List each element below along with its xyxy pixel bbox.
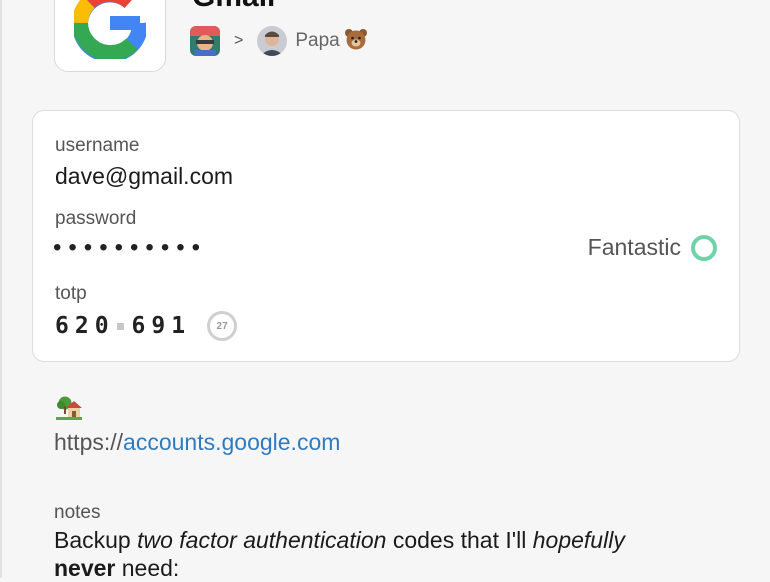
item-title: Gmail [192, 0, 275, 14]
totp-code-part1: 620 [55, 313, 115, 339]
notes-emphasis-2: hopefully [532, 527, 625, 553]
password-value[interactable]: •••••••••• [53, 235, 207, 261]
notes-emphasis-1: two factor authentication [137, 527, 387, 553]
owner-avatar[interactable] [257, 26, 288, 56]
website-url[interactable]: https://accounts.google.com [54, 429, 340, 456]
notes-label: notes [54, 502, 101, 523]
website-link[interactable]: accounts.google.com [123, 429, 340, 455]
notes-part3: need: [115, 555, 180, 581]
house-with-garden-icon [56, 396, 82, 425]
password-label: password [55, 208, 137, 229]
notes-text[interactable]: Backup two factor authentication codes t… [54, 526, 744, 582]
credentials-card: username dave@gmail.com password •••••••… [32, 110, 740, 362]
totp-label: totp [55, 283, 87, 304]
breadcrumb: > Papa [190, 26, 368, 56]
totp-code-part2: 691 [131, 313, 192, 339]
google-app-icon [54, 0, 166, 72]
username-label: username [55, 135, 140, 156]
strength-label: Fantastic [587, 234, 681, 260]
strength-indicator-icon [691, 234, 717, 261]
notes-part1: Backup [54, 527, 138, 553]
window-edge [0, 0, 2, 578]
url-prefix: https:// [54, 429, 124, 455]
totp-timer-icon: 27 [207, 311, 238, 341]
notes-part2: codes that I'll [386, 527, 533, 553]
notes-strong: never [54, 555, 116, 581]
owner-name[interactable]: Papa [295, 30, 339, 52]
breadcrumb-separator: > [234, 32, 244, 49]
bear-face-icon [344, 28, 368, 55]
totp-separator [116, 322, 124, 330]
vault-avatar[interactable] [190, 26, 220, 56]
password-strength: Fantastic [588, 234, 717, 261]
username-value[interactable]: dave@gmail.com [55, 163, 233, 190]
totp-value[interactable]: 620 691 27 [55, 311, 238, 341]
